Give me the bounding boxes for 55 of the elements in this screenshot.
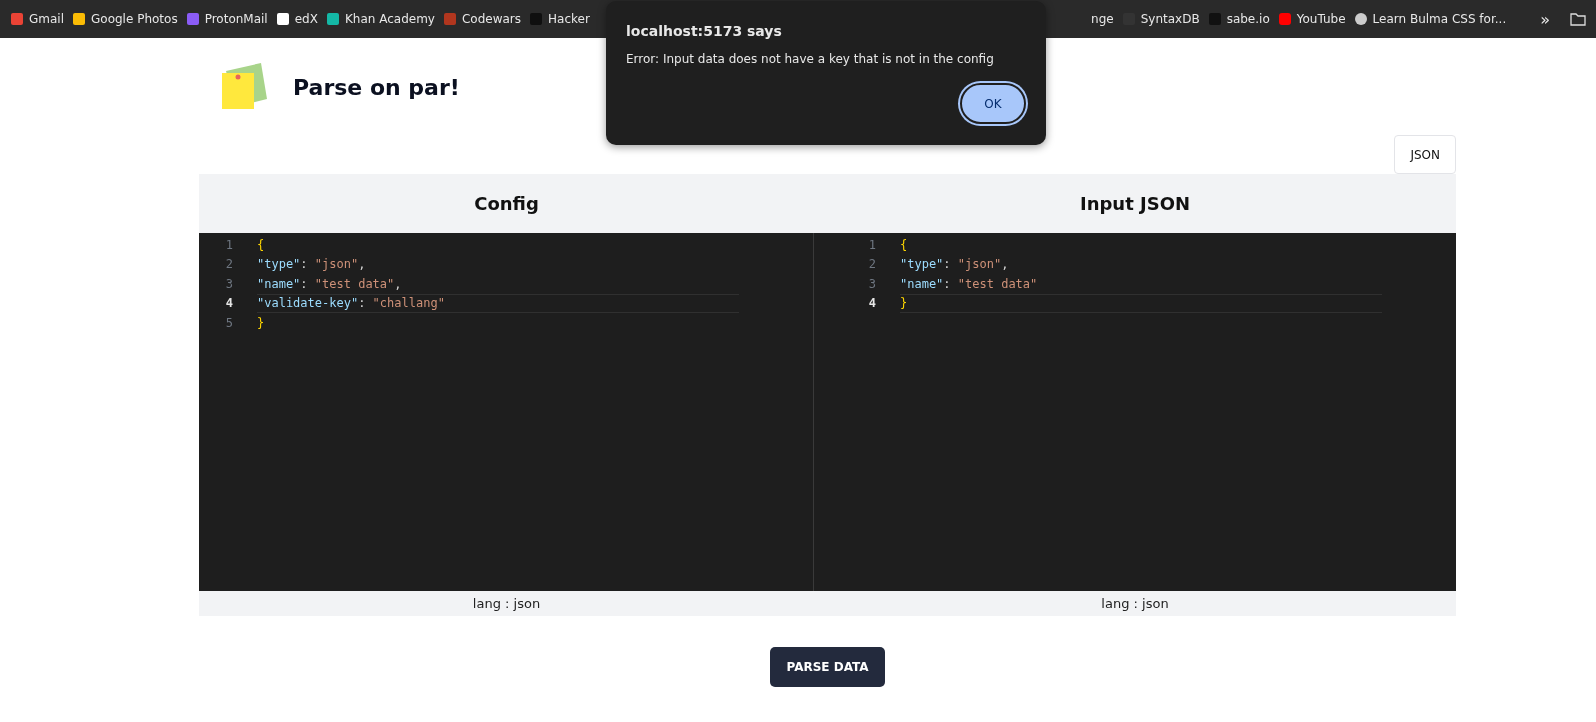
sticky-notes-icon <box>221 63 269 111</box>
line-number: 3 <box>224 276 233 291</box>
language-label: lang : json <box>814 591 1456 616</box>
bookmark[interactable]: nge <box>1091 12 1114 26</box>
code-line: "type": "json", <box>257 256 367 274</box>
line-number: 2 <box>224 257 233 272</box>
json-button[interactable]: JSON <box>1394 135 1456 174</box>
panel-heading: Config <box>199 174 814 233</box>
code-line: } <box>900 293 1382 313</box>
line-number: 5 <box>224 315 233 330</box>
bookmark-icon <box>185 12 200 26</box>
code-line: "name": "test data" <box>900 275 1039 293</box>
code-line: { <box>257 236 266 254</box>
bookmark[interactable]: Google Photos <box>72 12 178 26</box>
line-number: 1 <box>224 237 233 252</box>
line-number: 1 <box>867 237 876 252</box>
code-editor[interactable]: 1 { 2 "type": "json", 3 "name": "test data", 4 "validate-key": "challang" 5 } <box>199 233 814 591</box>
bookmark-icon <box>10 12 24 26</box>
ok-button[interactable]: OK <box>960 83 1026 124</box>
code-line: } <box>257 314 266 332</box>
bookmark[interactable]: Gmail <box>10 12 64 26</box>
folder-icon[interactable] <box>1570 12 1586 26</box>
bookmark-icon <box>275 12 290 26</box>
more-bookmarks-button[interactable]: » <box>1540 9 1550 29</box>
line-number: 3 <box>867 276 876 291</box>
bookmark-icon <box>72 12 86 26</box>
parse-data-button[interactable]: PARSE DATA <box>770 647 885 687</box>
bookmark[interactable]: edX <box>275 12 318 26</box>
bookmark[interactable]: sabe.io <box>1207 12 1270 26</box>
code-line: { <box>900 236 909 254</box>
bookmark-icon <box>325 12 340 26</box>
bookmark-icon <box>1277 12 1292 26</box>
bookmark[interactable]: YouTube <box>1277 12 1346 26</box>
dialog-title: localhost:5173 says <box>626 23 783 39</box>
bookmark[interactable]: SyntaxDB <box>1121 12 1200 26</box>
panel-heading: Input JSON <box>814 174 1456 233</box>
dialog-message: Error: Input data does not have a key that is not in the config <box>626 52 995 66</box>
language-label: lang : json <box>199 591 814 616</box>
bookmark[interactable]: Codewars <box>442 12 522 26</box>
bookmark-icon <box>1353 12 1368 26</box>
line-number: 2 <box>867 257 876 272</box>
app-title: Parse on par! <box>293 74 460 100</box>
code-line: "validate-key": "challang" <box>257 293 739 313</box>
line-number: 4 <box>224 296 233 311</box>
bookmark[interactable]: ProtonMail <box>185 12 268 26</box>
bookmark-icon <box>1207 12 1222 26</box>
line-number: 4 <box>867 296 876 311</box>
bookmark-icon <box>442 12 457 26</box>
bookmark-icon <box>529 12 544 26</box>
code-editor[interactable]: 1 { 2 "type": "json", 3 "name": "test data" 4 } <box>814 233 1456 591</box>
bookmark[interactable]: Khan Academy <box>325 12 435 26</box>
bookmark[interactable]: Learn Bulma CSS for... <box>1353 12 1507 26</box>
code-line: "name": "test data", <box>257 275 403 293</box>
bookmark[interactable]: Hacker <box>529 12 590 26</box>
code-line: "type": "json", <box>900 256 1010 274</box>
